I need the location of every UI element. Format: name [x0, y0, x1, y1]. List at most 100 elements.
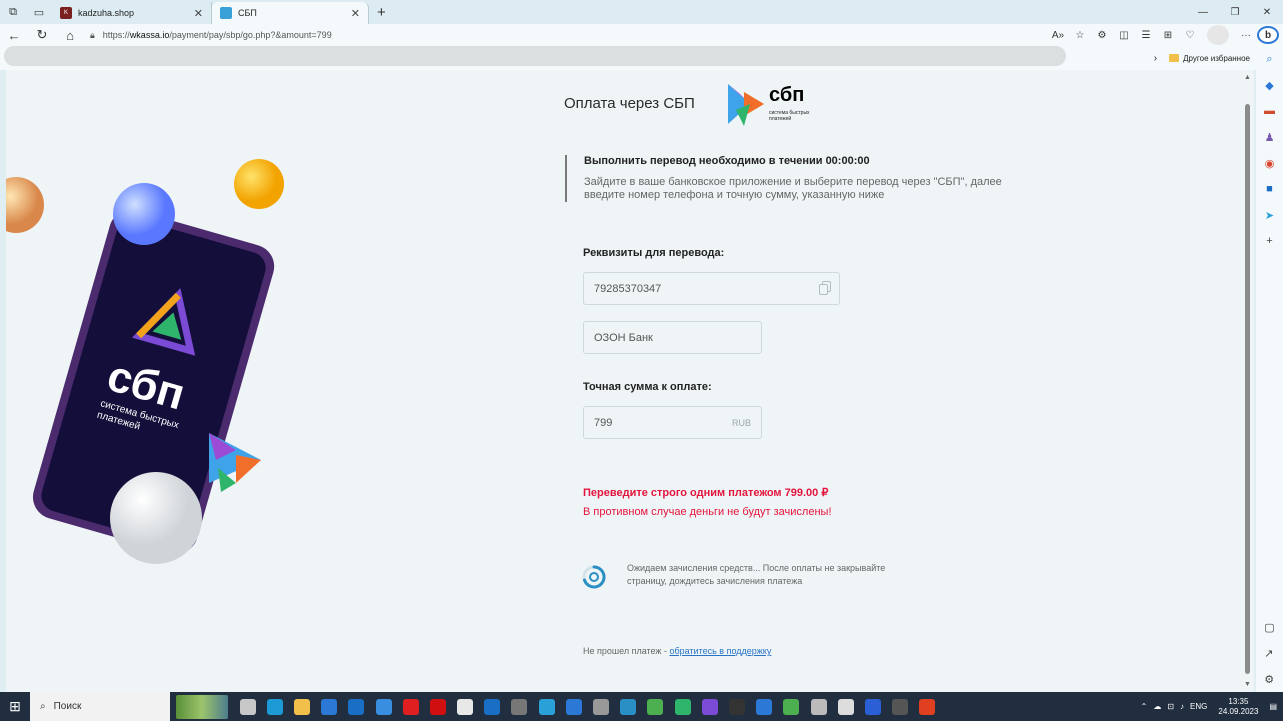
toolbar: A» ☆ ⚙ ◫ ☰ ⊞ ♡ ··· b [1047, 24, 1283, 46]
shopping-icon[interactable]: ▬ [1264, 98, 1275, 124]
extensions-icon[interactable]: ⚙ [1091, 30, 1113, 41]
requisites-label: Реквизиты для перевода: [583, 247, 725, 259]
app-icon[interactable] [810, 698, 827, 715]
task-view-icon[interactable] [239, 698, 256, 715]
language-indicator[interactable]: ENG [1190, 702, 1207, 711]
explorer-icon[interactable] [293, 698, 310, 715]
tab-sbp[interactable]: СБП ✕ [212, 2, 369, 24]
phone-field[interactable]: 79285370347 [583, 272, 840, 305]
open-external-icon[interactable]: ↗ [1264, 640, 1274, 666]
store-icon[interactable] [321, 698, 338, 715]
new-tab-icon[interactable]: + [377, 4, 386, 21]
notifications-icon[interactable]: ▤ [1269, 702, 1277, 711]
single-payment-warning: Переведите строго одним платежом 799.00 … [583, 487, 829, 499]
support-link[interactable]: обратитесь в поддержку [669, 646, 771, 656]
xbox-icon[interactable] [783, 698, 800, 715]
sbp-logo-mark [728, 84, 764, 126]
bank-field[interactable]: ОЗОН Банк [583, 321, 762, 354]
settings-icon[interactable]: ⚙ [1264, 666, 1274, 692]
favorite-star-icon[interactable]: ☆ [1069, 30, 1091, 41]
scroll-down-icon[interactable]: ▼ [1244, 681, 1251, 688]
telegram-icon[interactable]: ➤ [1265, 202, 1274, 228]
tray-expand-icon[interactable]: ⌃ [1141, 702, 1148, 711]
system-tray: ⌃ ☁ ⊡ ♪ ENG 13:35 24.09.2023 ▤ [1138, 692, 1283, 721]
back-icon[interactable]: ← [0, 28, 28, 43]
taskbar-search[interactable]: ⌕ Поиск [30, 692, 170, 721]
taskbar-apps [234, 698, 941, 715]
profile-avatar[interactable] [1207, 25, 1229, 45]
phone-value: 79285370347 [594, 282, 662, 295]
mail-icon[interactable] [348, 698, 365, 715]
tab-kadzuha[interactable]: K kadzuha.shop ✕ [52, 2, 212, 24]
app-icon[interactable] [864, 698, 881, 715]
copy-icon[interactable] [819, 281, 831, 295]
payment-warning-text: В противном случае деньги не будут зачис… [583, 506, 832, 518]
steam-icon[interactable] [620, 698, 637, 715]
app-icon[interactable] [919, 698, 936, 715]
amazon-icon[interactable] [511, 698, 528, 715]
address-bar: ← ↻ ⌂ 🔒︎ https://wkassa.io/payment/pay/s… [0, 24, 1283, 46]
workspaces-icon[interactable]: ⧉ [0, 0, 26, 24]
split-screen-icon[interactable]: ◫ [1113, 30, 1135, 41]
url-field[interactable]: 🔒︎ https://wkassa.io/payment/pay/sbp/go.… [90, 26, 1020, 44]
transfer-notice: Выполнить перевод необходимо в течении 0… [565, 155, 1024, 202]
app-icon[interactable] [565, 698, 582, 715]
scrollbar-thumb[interactable] [1245, 104, 1250, 674]
network-icon[interactable]: ⊡ [1167, 702, 1174, 711]
hide-sidebar-icon[interactable]: ▢ [1264, 614, 1274, 640]
onedrive-icon[interactable]: ☁ [1153, 702, 1161, 711]
tab-actions-icon[interactable]: ▭ [26, 0, 52, 24]
more-icon[interactable]: ··· [1235, 30, 1257, 41]
app-icon[interactable] [701, 698, 718, 715]
refresh-icon[interactable]: ↻ [28, 27, 56, 43]
add-icon[interactable]: + [1266, 228, 1272, 254]
app-icon[interactable] [647, 698, 664, 715]
outlook-icon[interactable]: ■ [1266, 176, 1273, 202]
wikipedia-icon[interactable] [457, 698, 474, 715]
games-icon[interactable]: ♟ [1265, 124, 1275, 150]
other-favorites[interactable]: › Другое избранное [1154, 46, 1250, 70]
chevron-right-icon[interactable]: › [1154, 53, 1157, 64]
clock-date: 24.09.2023 [1218, 706, 1259, 716]
lock-icon[interactable]: 🔒︎ [90, 30, 95, 41]
app-icon[interactable] [674, 698, 691, 715]
app-icon[interactable] [593, 698, 610, 715]
close-icon[interactable]: ✕ [351, 7, 360, 20]
amount-field[interactable]: 799 RUB [583, 406, 762, 439]
close-window-icon[interactable]: ✕ [1251, 0, 1283, 24]
office-icon[interactable]: ◉ [1265, 150, 1275, 176]
volume-icon[interactable]: ♪ [1180, 702, 1184, 711]
tag-icon[interactable]: ◆ [1265, 72, 1273, 98]
epic-games-icon[interactable] [892, 698, 909, 715]
page-scrollbar[interactable]: ▲ ▼ [1242, 70, 1254, 692]
restore-icon[interactable]: ❐ [1219, 0, 1251, 24]
youtube-icon[interactable] [402, 698, 419, 715]
notice-title: Выполнить перевод необходимо в течении 0… [584, 155, 870, 167]
bing-icon[interactable]: b [1257, 26, 1279, 44]
app-icon[interactable] [837, 698, 854, 715]
favorites-icon[interactable]: ☰ [1135, 30, 1157, 41]
bank-value: ОЗОН Банк [594, 331, 653, 344]
app-icon[interactable] [728, 698, 745, 715]
windows-start-icon[interactable]: ⊞ [0, 698, 30, 715]
read-aloud-icon[interactable]: A» [1047, 30, 1069, 41]
weather-widget-icon[interactable] [176, 694, 228, 719]
minimize-icon[interactable]: — [1187, 0, 1219, 24]
close-icon[interactable]: ✕ [194, 7, 203, 20]
photos-icon[interactable] [375, 698, 392, 715]
telegram-icon[interactable] [538, 698, 555, 715]
scroll-up-icon[interactable]: ▲ [1244, 74, 1251, 81]
edge-icon[interactable] [266, 698, 283, 715]
edge-sidebar: ⌕ ◆ ▬ ♟ ◉ ■ ➤ + ▢ ↗ ⚙ [1256, 46, 1283, 692]
collections-icon[interactable]: ⊞ [1157, 30, 1179, 41]
performance-icon[interactable]: ♡ [1179, 30, 1201, 41]
app-icon[interactable] [756, 698, 773, 715]
netflix-icon[interactable] [429, 698, 446, 715]
home-icon[interactable]: ⌂ [56, 28, 84, 43]
clock[interactable]: 13:35 24.09.2023 [1218, 697, 1258, 717]
outlook-icon[interactable] [484, 698, 501, 715]
window-controls: — ❐ ✕ [1187, 0, 1283, 24]
search-icon[interactable]: ⌕ [1266, 46, 1272, 72]
currency-label: RUB [731, 417, 751, 428]
search-placeholder: Поиск [53, 701, 82, 712]
